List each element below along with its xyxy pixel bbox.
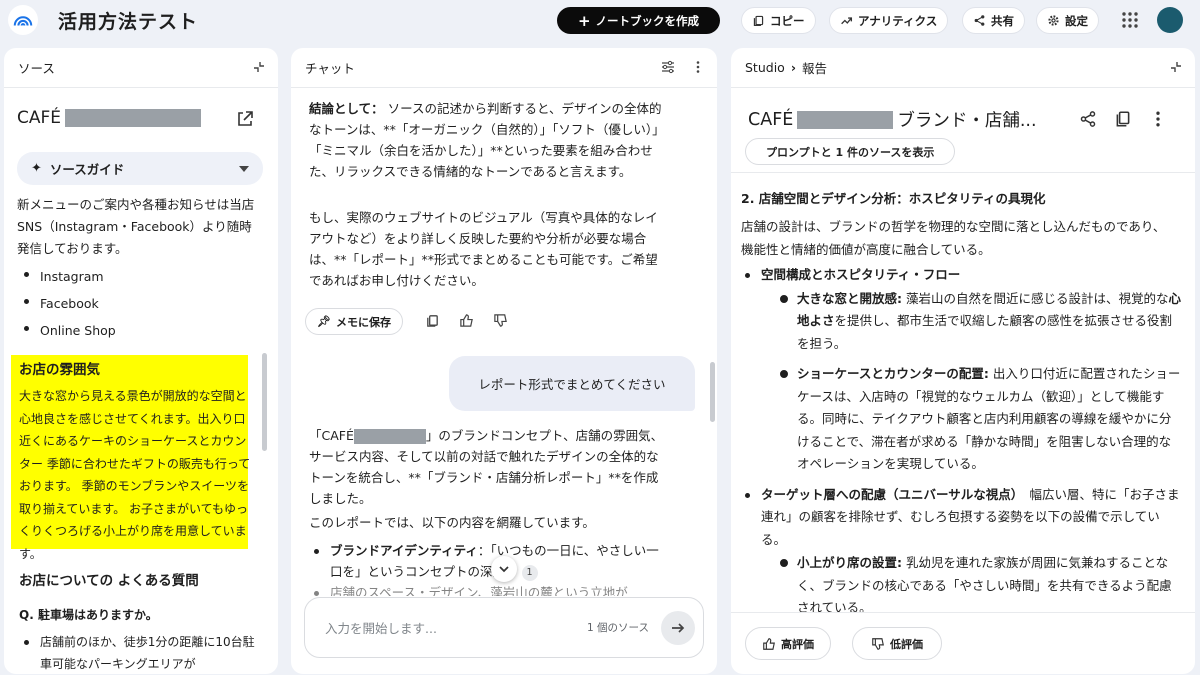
- report-contents-list: ブランドアイデンティティ：「いつもの一日に、やさしい一口を」というコンセプトの深…: [310, 540, 668, 596]
- citation-chip[interactable]: 1: [521, 564, 538, 581]
- chat-scrollbar[interactable]: [710, 362, 715, 422]
- list-item: ターゲット層への配慮（ユニバーサルな視点） 幅広い層、特に「お子さま連れ」の顧客…: [741, 484, 1181, 612]
- source-count: 1 個のソース: [587, 622, 649, 634]
- plus-icon: +: [577, 11, 591, 30]
- assistant-reply: 「CAFÉ 」のブランドコンセプト、店舗の雰囲気、サービス内容、そして以前の対話で…: [309, 428, 664, 506]
- list-item: Online Shop: [20, 317, 250, 344]
- source-link-list: Instagram Facebook Online Shop: [20, 263, 250, 344]
- assistant-conclusion: 結論として： ソースの記述から判断すると、デザインの全体的なトーンは、**「オー…: [309, 101, 665, 179]
- apps-grid-icon[interactable]: [1121, 11, 1139, 29]
- list-item: 店舗前のほか、徒歩1分の距離に10台駐車可能なパーキングエリアが: [20, 631, 256, 675]
- app-logo[interactable]: [8, 5, 38, 35]
- send-button[interactable]: [661, 610, 695, 645]
- atmosphere-text: 大きな窓から見える景色が開放的な空間と心地良さを感じさせてくれます。出入り口近く…: [19, 389, 251, 561]
- sparkle-icon: ✦: [31, 161, 42, 176]
- list-item: Instagram: [20, 263, 250, 290]
- breadcrumb-current: 報告: [801, 61, 827, 76]
- like-button[interactable]: 高評価: [745, 627, 831, 660]
- arrow-right-icon: [672, 622, 685, 633]
- faq-question: Q. 駐車場はありますか。: [19, 608, 158, 622]
- redacted-block: [797, 110, 894, 129]
- sources-scrollbar[interactable]: [262, 353, 267, 451]
- list-item: ショーケースとカウンターの配置: 出入り口付近に配置されたショーケースは、入店時…: [777, 363, 1181, 476]
- section-heading: 2. 店舗空間とデザイン分析：ホスピタリティの具現化: [741, 191, 1046, 206]
- share-button[interactable]: 共有: [962, 7, 1025, 34]
- source-guide-toggle[interactable]: ✦ ソースガイド: [17, 152, 263, 185]
- user-message: レポート形式でまとめてください: [449, 356, 695, 411]
- collapse-panel-icon[interactable]: [1169, 60, 1183, 74]
- faq-heading: お店についての よくある質問: [19, 573, 199, 589]
- atmosphere-heading: お店の雰囲気: [19, 362, 100, 378]
- analytics-button[interactable]: アナリティクス: [829, 7, 949, 34]
- sources-header: ソース: [4, 48, 278, 88]
- chat-header: チャット: [291, 48, 717, 88]
- more-vert-icon[interactable]: [691, 60, 705, 74]
- show-prompt-button[interactable]: プロンプトと 1 件のソースを表示: [745, 138, 956, 165]
- more-vert-icon[interactable]: [1149, 110, 1167, 128]
- copy-icon[interactable]: [425, 313, 440, 328]
- list-item: ブランドアイデンティティ：「いつもの一日に、やさしい一口を」というコンセプトの深…: [310, 540, 668, 582]
- faq-answer-list: 店舗前のほか、徒歩1分の距離に10台駐車可能なパーキングエリアが: [20, 631, 256, 675]
- list-item: 小上がり席の設置: 乳幼児を連れた家族が周囲に気兼ねすることなく、ブランドの核心…: [777, 552, 1181, 612]
- list-item: 大きな窓と開放感: 藻岩山の自然を間近に感じる設計は、視覚的な心地よさを提供し、…: [777, 288, 1181, 356]
- thumbs-up-icon[interactable]: [459, 313, 474, 328]
- chevron-down-icon: [499, 566, 509, 573]
- assistant-followup: もし、実際のウェブサイトのビジュアル（写真や具体的なレイアウトなど）をより詳しく…: [309, 210, 658, 288]
- list-item: 空間構成とホスピタリティ・フロー 大きな窓と開放感: 藻岩山の自然を間近に感じる…: [741, 264, 1181, 476]
- dislike-button[interactable]: 低評価: [852, 627, 942, 660]
- section-intro: 店舗の設計は、ブランドの哲学を物理的な空間に落とし込んだものであり、機能性と情緒…: [741, 219, 1166, 257]
- copy-icon[interactable]: [1114, 110, 1132, 128]
- dropdown-caret-icon: [239, 165, 249, 172]
- thumbs-up-icon: [763, 637, 775, 650]
- studio-breadcrumb: Studio › 報告: [731, 48, 1195, 88]
- trending-up-icon: [841, 17, 853, 25]
- source-title: CAFÉ: [17, 108, 202, 128]
- redacted-block: [353, 429, 426, 444]
- share-icon[interactable]: [1079, 110, 1097, 128]
- redacted-block: [65, 109, 202, 127]
- divider: [731, 612, 1195, 613]
- thumbs-down-icon: [872, 637, 884, 650]
- notebooklm-logo-icon: [13, 16, 33, 26]
- assistant-reply-summary: このレポートでは、以下の内容を網羅しています。: [309, 515, 595, 530]
- chat-input[interactable]: 入力を開始します...: [325, 618, 437, 637]
- source-intro-text: 新メニューのご案内や各種お知らせは当店SNS（Instagram・Faceboo…: [17, 197, 255, 256]
- user-avatar[interactable]: [1157, 7, 1183, 33]
- settings-button[interactable]: 設定: [1036, 7, 1099, 34]
- gear-icon: [1048, 15, 1059, 26]
- thumbs-down-icon[interactable]: [493, 313, 508, 328]
- report-title: CAFÉ ブランド・店舗...: [748, 109, 1037, 132]
- list-item: Facebook: [20, 290, 250, 317]
- copy-button[interactable]: コピー: [741, 7, 816, 34]
- chevron-right-icon: ›: [790, 60, 796, 75]
- collapse-panel-icon[interactable]: [252, 60, 266, 74]
- chat-input-box[interactable]: 入力を開始します... 1 個のソース: [304, 597, 704, 658]
- copy-icon: [753, 15, 764, 26]
- breadcrumb-studio[interactable]: Studio: [745, 60, 785, 75]
- notebook-title[interactable]: 活用方法テスト: [58, 7, 198, 34]
- open-external-icon[interactable]: [236, 110, 254, 128]
- tune-icon[interactable]: [661, 60, 675, 74]
- report-body: 空間構成とホスピタリティ・フロー 大きな窓と開放感: 藻岩山の自然を間近に感じる…: [741, 264, 1181, 612]
- list-item: 店舗のスペース・デザイン、藻岩山の麓という立地が: [310, 582, 668, 596]
- share-icon: [974, 15, 985, 26]
- divider: [731, 172, 1195, 173]
- save-to-note-button[interactable]: 📌︎ メモに保存: [305, 308, 403, 335]
- pin-icon: 📌︎: [317, 315, 331, 328]
- create-notebook-button[interactable]: + ノートブックを作成: [557, 7, 720, 34]
- scroll-down-button[interactable]: [491, 556, 517, 582]
